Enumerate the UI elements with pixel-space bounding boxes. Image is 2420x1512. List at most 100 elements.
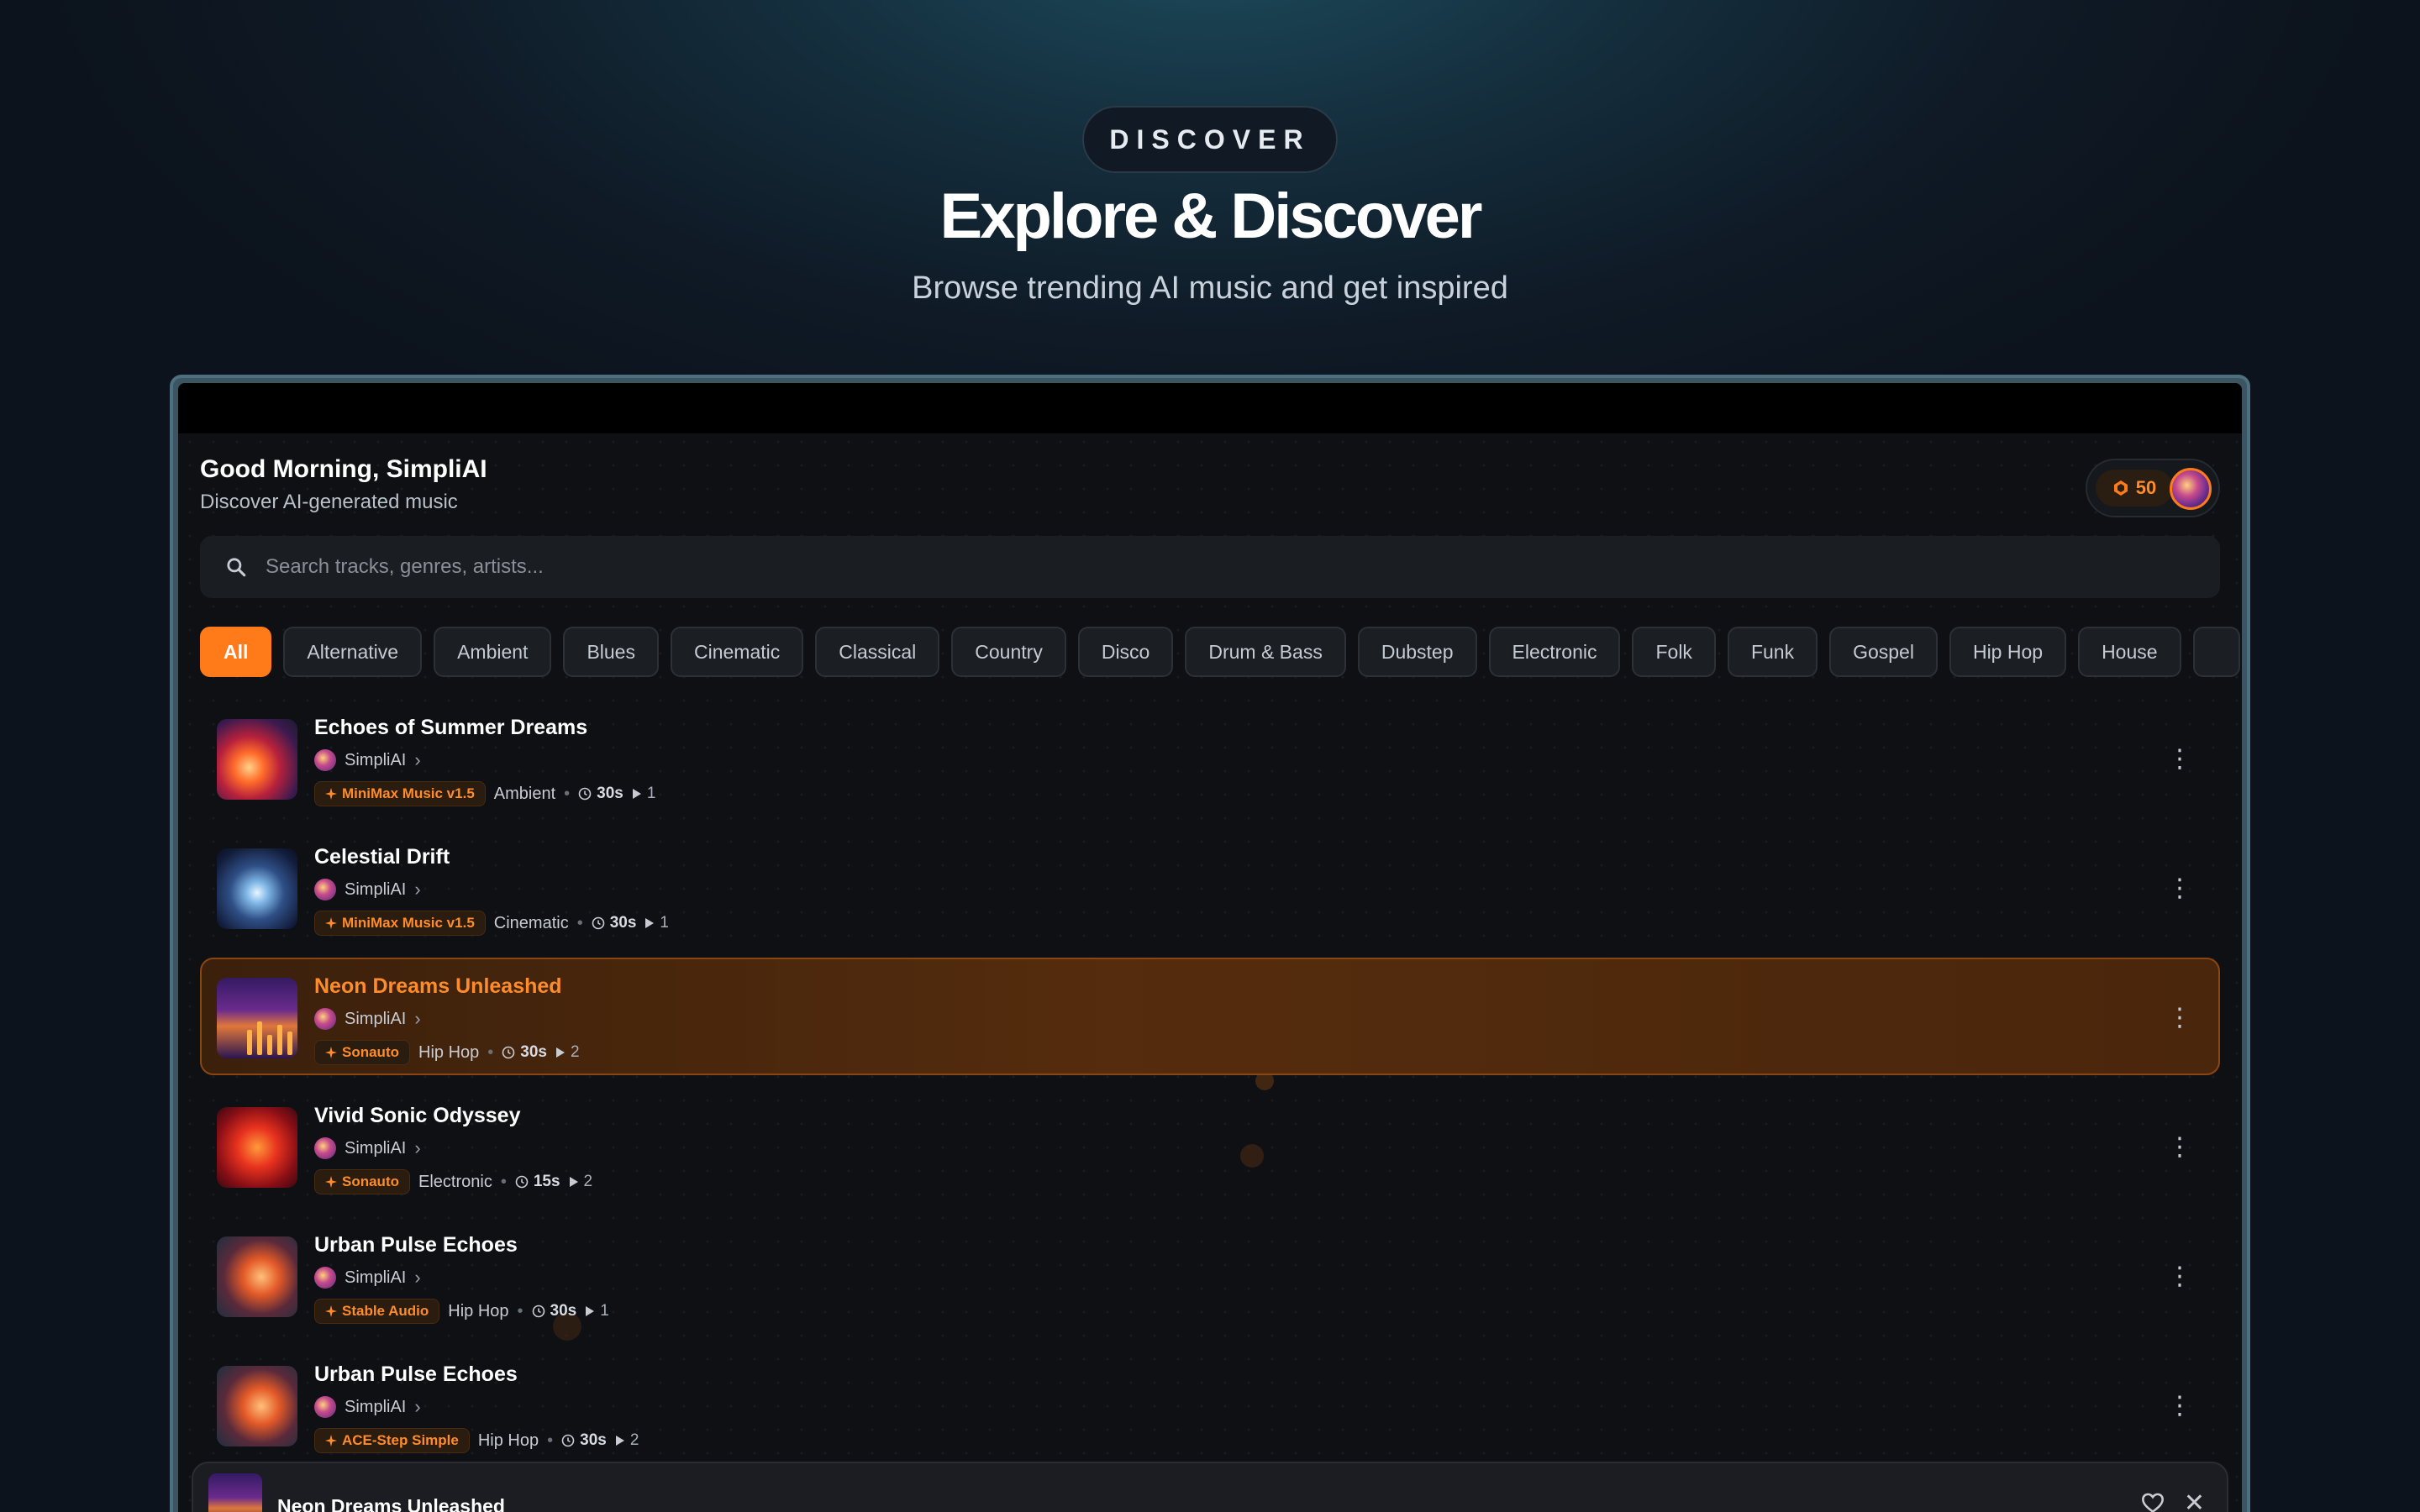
clock-icon [592,916,605,930]
genre-chip-blues[interactable]: Blues [563,627,659,677]
plays-value: 1 [660,914,669,932]
duration-value: 30s [550,1302,577,1320]
genre-filter-bar: All Alternative Ambient Blues Cinematic … [200,627,2242,679]
track-artist[interactable]: SimpliAI › [314,879,421,900]
model-tag: MiniMax Music v1.5 [314,911,486,936]
track-cover[interactable] [217,1107,297,1188]
more-vertical-icon[interactable]: ⋮ [2165,872,2195,906]
artist-name: SimpliAI [345,879,407,899]
genre-chip-drum-bass[interactable]: Drum & Bass [1185,627,1346,677]
genre-chip-all[interactable]: All [200,627,272,677]
track-row[interactable]: Celestial Drift SimpliAI › MiniMax Music… [200,828,2220,946]
plays-value: 2 [570,1043,580,1061]
genre-chip-house[interactable]: House [2078,627,2181,677]
track-plays: 1 [632,785,655,803]
track-title[interactable]: Celestial Drift [314,845,450,869]
track-plays: 2 [569,1173,592,1191]
search-icon [227,558,246,577]
genre-chip-electronic[interactable]: Electronic [1488,627,1621,677]
genre-chip-ambient[interactable]: Ambient [434,627,552,677]
track-artist[interactable]: SimpliAI › [314,1008,421,1030]
track-title[interactable]: Vivid Sonic Odyssey [314,1104,520,1128]
track-title[interactable]: Urban Pulse Echoes [314,1233,518,1257]
genre-chip-hip-hop[interactable]: Hip Hop [1949,627,2067,677]
more-vertical-icon[interactable]: ⋮ [2165,1001,2195,1035]
model-name: MiniMax Music v1.5 [342,785,475,801]
track-cover[interactable] [217,719,297,800]
genre-chip-overflow[interactable] [2192,627,2240,677]
genre-chip-folk[interactable]: Folk [1632,627,1716,677]
more-vertical-icon[interactable]: ⋮ [2165,1389,2195,1423]
credits-pill[interactable]: 50 [2086,459,2220,517]
hero-title: Explore & Discover [939,181,1483,252]
clock-icon [561,1434,575,1447]
artist-avatar [314,1267,336,1289]
heart-icon[interactable] [2141,1492,2165,1512]
track-row[interactable]: Urban Pulse Echoes SimpliAI › ACE-Step S… [200,1346,2220,1463]
separator: • [517,1301,523,1320]
track-row[interactable]: Urban Pulse Echoes SimpliAI › Stable Aud… [200,1216,2220,1334]
hero-section: DISCOVER Explore & Discover Browse trend… [0,0,2420,370]
genre-chip-dubstep[interactable]: Dubstep [1357,627,1477,677]
model-tag: Sonauto [314,1040,410,1065]
track-genre: Ambient [493,784,556,803]
track-title[interactable]: Neon Dreams Unleashed [314,974,562,999]
artist-avatar [314,879,336,900]
user-avatar[interactable] [2170,468,2212,510]
model-tag: MiniMax Music v1.5 [314,781,486,806]
track-title[interactable]: Urban Pulse Echoes [314,1362,518,1387]
chevron-right-icon: › [414,1137,421,1158]
track-row[interactable]: Vivid Sonic Odyssey SimpliAI › Sonauto E… [200,1087,2220,1205]
track-artist[interactable]: SimpliAI › [314,1396,421,1418]
duration-value: 30s [609,914,637,932]
genre-chip-funk[interactable]: Funk [1727,627,1818,677]
track-artist[interactable]: SimpliAI › [314,1137,421,1159]
genre-chip-classical[interactable]: Classical [815,627,940,677]
chevron-right-icon: › [414,1267,421,1288]
track-cover[interactable] [217,848,297,929]
separator: • [547,1431,554,1450]
track-artist[interactable]: SimpliAI › [314,749,421,771]
mini-player[interactable]: Neon Dreams Unleashed ✕ [192,1462,2228,1512]
model-name: MiniMax Music v1.5 [342,915,475,931]
greeting-title: Good Morning, SimpliAI [200,455,487,483]
credits-badge[interactable]: 50 [2096,470,2173,507]
track-cover[interactable] [217,978,297,1058]
hero-subtitle: Browse trending AI music and get inspire… [912,270,1508,306]
genre-chip-disco[interactable]: Disco [1077,627,1174,677]
separator: • [500,1172,507,1191]
artist-name: SimpliAI [345,1138,407,1158]
track-cover[interactable] [217,1236,297,1317]
track-list: Echoes of Summer Dreams SimpliAI › MiniM… [200,699,2220,1475]
clock-icon [532,1305,544,1318]
track-meta: Stable Audio Hip Hop • 30s 1 [314,1299,609,1324]
track-genre: Hip Hop [448,1301,509,1320]
track-title[interactable]: Echoes of Summer Dreams [314,716,587,740]
clock-icon [515,1175,529,1189]
top-bar [178,383,2242,433]
track-artist[interactable]: SimpliAI › [314,1267,421,1289]
now-playing-title[interactable]: Neon Dreams Unleashed [277,1495,505,1512]
track-genre: Hip Hop [477,1431,539,1450]
track-cover[interactable] [217,1366,297,1446]
track-duration: 30s [502,1043,547,1062]
search-bar[interactable] [200,536,2220,598]
close-icon[interactable]: ✕ [2184,1488,2205,1512]
track-row-active[interactable]: Neon Dreams Unleashed SimpliAI › Sonauto… [200,958,2220,1075]
more-vertical-icon[interactable]: ⋮ [2165,1260,2195,1294]
now-playing-cover[interactable] [208,1473,262,1512]
more-vertical-icon[interactable]: ⋮ [2165,743,2195,776]
track-duration: 30s [578,785,623,803]
track-row[interactable]: Echoes of Summer Dreams SimpliAI › MiniM… [200,699,2220,816]
genre-chip-gospel[interactable]: Gospel [1829,627,1938,677]
genre-chip-cinematic[interactable]: Cinematic [670,627,804,677]
more-vertical-icon[interactable]: ⋮ [2165,1131,2195,1164]
model-name: Sonauto [342,1044,399,1060]
genre-chip-alternative[interactable]: Alternative [283,627,423,677]
greeting-subtitle: Discover AI-generated music [200,491,458,513]
search-input[interactable] [266,555,2114,579]
play-icon [569,1177,578,1187]
genre-chip-country[interactable]: Country [951,627,1066,677]
sparkle-icon [325,1176,337,1188]
separator: • [487,1042,494,1062]
